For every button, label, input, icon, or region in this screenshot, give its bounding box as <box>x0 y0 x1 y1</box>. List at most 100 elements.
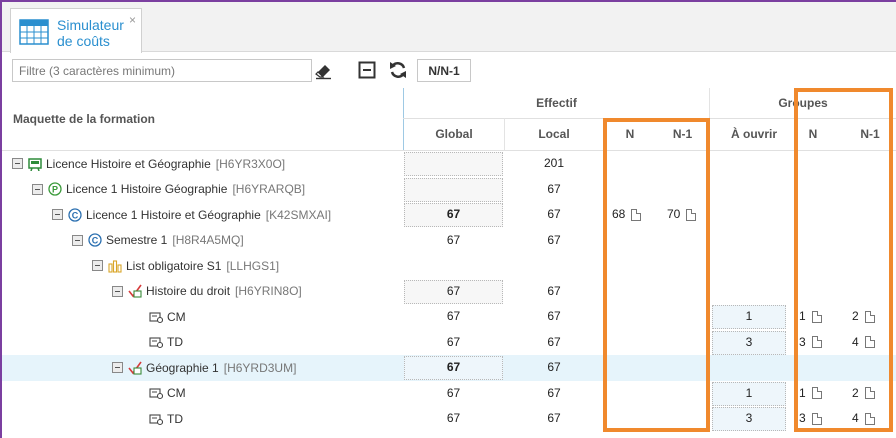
groupes-n1-cell: 4 <box>852 406 875 431</box>
collapse-toggle[interactable] <box>72 234 83 246</box>
row-label: TD <box>167 335 183 349</box>
list-icon <box>108 259 122 273</box>
groupes-n1-cell: 2 <box>852 304 875 329</box>
a-ouvrir-value: 3 <box>745 411 753 425</box>
lesson-icon <box>149 413 163 425</box>
global-value: 67 <box>446 207 461 221</box>
global-value: 67 <box>446 411 461 425</box>
local-cell: 67 <box>547 385 561 400</box>
collapse-toggle[interactable] <box>112 285 123 297</box>
copy-icon[interactable] <box>864 310 875 323</box>
groupes-n-value: 3 <box>799 411 806 425</box>
tree-row[interactable]: C Licence 1 Histoire et Géographie [K42S… <box>2 202 896 228</box>
collapse-all-icon[interactable] <box>357 60 377 80</box>
local-header[interactable]: Local <box>505 127 603 141</box>
groupes-n-value: 1 <box>799 309 806 323</box>
tree-row[interactable]: TD 67 67 3 3 4 <box>2 406 896 432</box>
module-icon <box>128 361 142 375</box>
groupes-n-cell: 1 <box>799 381 822 406</box>
local-cell: 67 <box>547 360 561 374</box>
tree-row[interactable]: List obligatoire S1 [LLHGS1] <box>2 253 896 279</box>
groupes-n1-cell: 2 <box>852 381 875 406</box>
n-n1-toggle-button[interactable]: N/N-1 <box>417 59 471 82</box>
copy-icon[interactable] <box>811 310 822 323</box>
global-cell[interactable] <box>404 177 503 202</box>
copy-icon[interactable] <box>864 336 875 349</box>
a-ouvrir-value: 3 <box>745 334 753 349</box>
tree-row[interactable]: CM 67 67 1 1 2 <box>2 304 896 330</box>
tab-simulateur[interactable]: Simulateur de coûts × <box>10 8 142 53</box>
collapse-toggle[interactable] <box>92 260 103 271</box>
tree-row-selected[interactable]: Géographie 1 [H6YRD3UM] 67 67 <box>2 355 896 381</box>
a-ouvrir-value: 1 <box>745 309 753 323</box>
row-code: [H8R4A5MQ] <box>172 233 244 247</box>
groupes-n-cell: 1 <box>799 304 822 329</box>
tab-bar: Simulateur de coûts × <box>2 2 896 53</box>
local-cell: 67 <box>547 309 561 323</box>
n1-header[interactable]: N-1 <box>660 127 705 141</box>
groupes-n-value: 3 <box>799 334 806 349</box>
row-label: Licence 1 Histoire Géographie <box>66 182 228 196</box>
global-value: 67 <box>446 385 461 400</box>
row-code: [LLHGS1] <box>226 258 280 273</box>
row-code: [H6YRD3UM] <box>223 360 297 375</box>
tree-row[interactable]: P Licence 1 Histoire Géographie [H6YRARQ… <box>2 177 896 203</box>
row-code: [H6YR3X0O] <box>215 156 286 171</box>
row-label: Licence Histoire et Géographie <box>46 156 211 171</box>
maquette-header: Maquette de la formation <box>13 112 156 126</box>
groupes-n1-value: 2 <box>852 385 859 400</box>
parcours-p-icon: P <box>48 182 62 196</box>
a-ouvrir-header[interactable]: À ouvrir <box>711 127 797 141</box>
global-value: 67 <box>446 232 461 247</box>
local-cell: 67 <box>547 232 561 247</box>
svg-text:C: C <box>72 210 79 220</box>
tree-row[interactable]: Histoire du droit [H6YRIN8O] 67 67 <box>2 279 896 305</box>
local-cell: 67 <box>547 334 561 349</box>
collapse-toggle[interactable] <box>32 183 43 195</box>
eraser-icon[interactable] <box>314 60 334 80</box>
n1-cell: 70 <box>667 202 697 227</box>
spreadsheet-icon <box>19 19 49 45</box>
groupes-n1-value: 2 <box>852 309 859 323</box>
tree-row[interactable]: TD 67 67 3 3 4 <box>2 330 896 356</box>
copy-icon[interactable] <box>686 208 697 221</box>
copy-icon[interactable] <box>811 387 822 400</box>
n-cell: 68 <box>612 202 642 227</box>
n-value: 68 <box>612 207 626 221</box>
groupes-n-header[interactable]: N <box>798 127 828 141</box>
copy-icon[interactable] <box>811 412 822 425</box>
row-label: Histoire du droit <box>146 284 231 298</box>
groupes-n-cell: 3 <box>799 330 822 355</box>
copy-icon[interactable] <box>864 412 875 425</box>
refresh-icon[interactable] <box>388 60 408 80</box>
groupes-n-cell: 3 <box>799 406 822 431</box>
tree-row[interactable]: Licence Histoire et Géographie [H6YR3X0O… <box>2 151 896 177</box>
row-label: Semestre 1 <box>106 233 168 247</box>
collapse-toggle[interactable] <box>52 209 63 220</box>
row-code: [K42SMXAI] <box>265 207 332 222</box>
tree-row[interactable]: C Semestre 1 [H8R4A5MQ] 67 67 <box>2 228 896 254</box>
copy-icon[interactable] <box>864 387 875 400</box>
row-label: Licence 1 Histoire et Géographie <box>86 207 261 222</box>
filter-input[interactable] <box>12 59 312 82</box>
global-header[interactable]: Global <box>404 127 504 141</box>
lesson-icon <box>149 311 163 323</box>
groupes-n1-cell: 4 <box>852 330 875 355</box>
groupes-n1-header[interactable]: N-1 <box>850 127 890 141</box>
course-c-icon: C <box>88 233 102 247</box>
tree-row[interactable]: CM 67 67 1 1 2 <box>2 381 896 407</box>
global-cell[interactable] <box>404 152 503 176</box>
groupes-header: Groupes <box>778 96 828 110</box>
collapse-toggle[interactable] <box>12 158 23 169</box>
n-header[interactable]: N <box>610 127 650 141</box>
header-divider <box>403 118 896 119</box>
copy-icon[interactable] <box>811 336 822 349</box>
global-value: 67 <box>446 334 461 349</box>
copy-icon[interactable] <box>631 208 642 221</box>
tab-close-icon[interactable]: × <box>129 13 136 27</box>
collapse-toggle[interactable] <box>112 362 123 373</box>
n1-value: 70 <box>667 207 681 221</box>
local-cell: 67 <box>547 283 561 298</box>
lesson-icon <box>149 388 163 400</box>
row-code: [H6YRIN8O] <box>235 284 302 298</box>
